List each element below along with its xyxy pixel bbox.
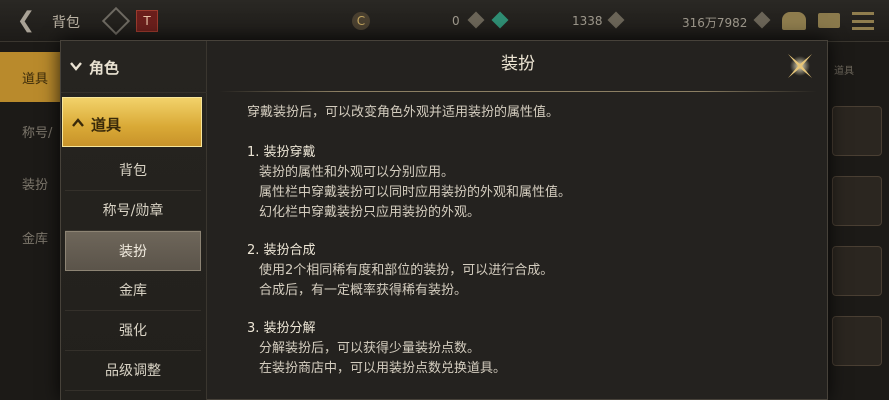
menu-icon[interactable] [852,12,874,30]
bg-item-slot [832,106,882,156]
gem-icon [467,11,485,29]
coin-icon: C [352,12,370,30]
section-line: 幻化栏中穿戴装扮只应用装扮的外观。 [259,205,481,220]
category-role-label: 角色 [89,59,120,77]
crown-icon[interactable] [782,12,806,30]
intro-text: 穿戴装扮后，可以改变角色外观并适用装扮的属性值。 [247,105,560,120]
gem-icon [753,11,771,29]
top-title: 背包 [52,15,80,31]
title-divider [219,91,817,92]
category-items[interactable]: 道具 [62,97,202,147]
category-role[interactable]: 角色 [61,41,207,93]
sub-item-costume[interactable]: 装扮 [65,231,201,271]
gem-icon [607,11,625,29]
currency-value: 316万7982 [682,16,748,30]
section-wear: 1. 装扮穿戴 装扮的属性和外观可以分别应用。 属性栏中穿戴装扮可以同时应用装扮… [247,143,807,223]
currency-value: 1338 [572,14,603,28]
section-synthesis: 2. 装扮合成 使用2个相同稀有度和部位的装扮，可以进行合成。 合成后，有一定概… [247,241,807,301]
sub-item-vault[interactable]: 金库 [65,271,201,311]
dialog-main: 装扮 穿戴装扮后，可以改变角色外观并适用装扮的属性值。 1. 装扮穿戴 装扮的属… [207,41,829,400]
sub-item-bag[interactable]: 背包 [65,151,201,191]
mail-icon[interactable] [818,13,840,28]
bg-item-slot [832,246,882,296]
currency-value: 0 [452,14,460,28]
bg-right-tab: 道具 [834,66,854,77]
section-heading: 1. 装扮穿戴 [247,145,316,160]
section-disassemble: 3. 装扮分解 分解装扮后，可以获得少量装扮点数。 在装扮商店中，可以用装扮点数… [247,319,807,379]
section-line: 使用2个相同稀有度和部位的装扮，可以进行合成。 [259,263,554,278]
bg-tab-vault: 金库 [22,232,49,247]
bg-tab-costume: 装扮 [22,178,49,193]
sub-item-enhance[interactable]: 强化 [65,311,201,351]
diamond-icon[interactable] [101,6,131,36]
sub-item-title-medal[interactable]: 称号/勋章 [65,191,201,231]
dialog-sidebar: 角色 道具 背包 称号/勋章 装扮 金库 强化 品级调整 [61,41,207,400]
section-line: 合成后，有一定概率获得稀有装扮。 [259,283,468,298]
chevron-down-icon [70,62,82,71]
section-line: 装扮的属性和外观可以分别应用。 [259,165,455,180]
costume-help-dialog: 角色 道具 背包 称号/勋章 装扮 金库 强化 品级调整 装扮 穿戴装扮后，可以… [60,40,828,400]
section-line: 属性栏中穿戴装扮可以同时应用装扮的外观和属性值。 [259,185,572,200]
section-heading: 3. 装扮分解 [247,321,316,336]
close-icon[interactable] [783,49,817,83]
sub-item-grade-adjust[interactable]: 品级调整 [65,351,201,391]
sub-category-list: 背包 称号/勋章 装扮 金库 强化 品级调整 [65,151,201,391]
help-content: 穿戴装扮后，可以改变角色外观并适用装扮的属性值。 1. 装扮穿戴 装扮的属性和外… [247,103,807,397]
dialog-title: 装扮 [501,54,535,74]
chevron-up-icon [72,118,84,127]
emerald-icon [491,11,509,29]
back-arrow-icon[interactable]: ❮ [12,8,40,34]
badge-icon[interactable]: T [136,10,158,32]
bg-tab-title: 称号/ [22,126,53,141]
bg-item-slot [832,176,882,226]
bg-tab-items: 道具 [0,52,60,102]
section-line: 分解装扮后，可以获得少量装扮点数。 [259,341,481,356]
bg-item-slot [832,316,882,366]
category-items-label: 道具 [91,116,122,134]
section-heading: 2. 装扮合成 [247,243,316,258]
section-line: 在装扮商店中，可以用装扮点数兑换道具。 [259,361,507,376]
top-bar: ❮ 背包 T C 0 1338 316万7982 [0,0,889,42]
